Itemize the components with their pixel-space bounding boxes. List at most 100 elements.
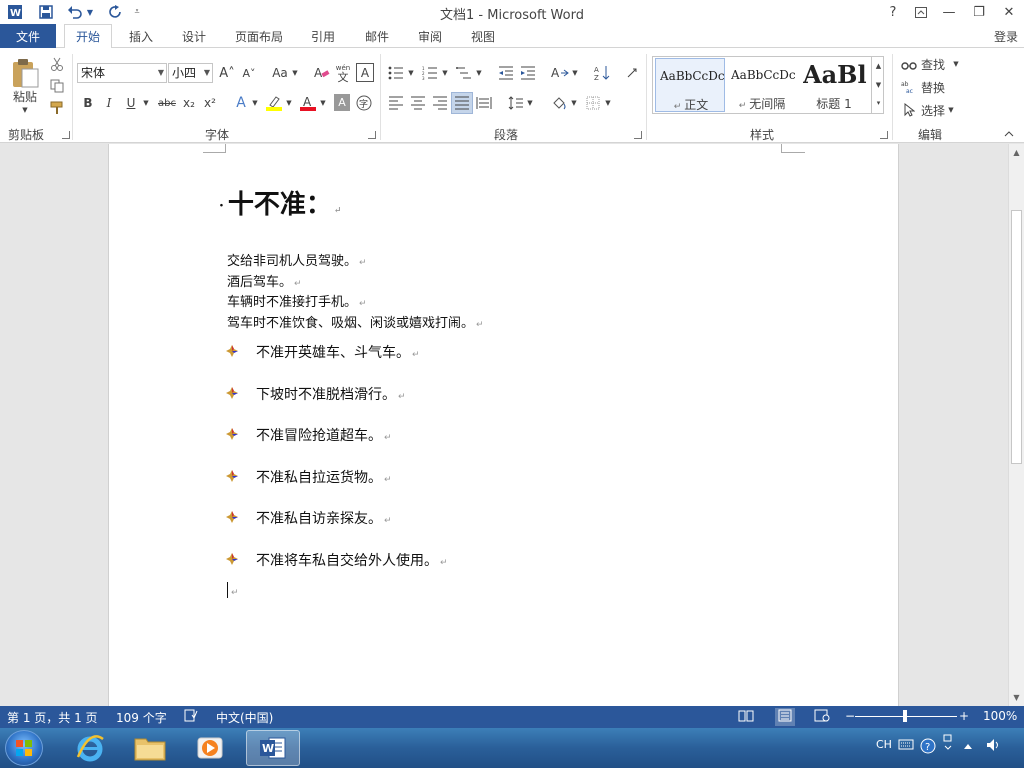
sign-in-link[interactable]: 登录 bbox=[994, 28, 1018, 45]
paste-dropdown-icon[interactable]: ▼ bbox=[20, 106, 30, 114]
zoom-slider-thumb[interactable] bbox=[903, 710, 907, 722]
font-color-icon[interactable]: A bbox=[298, 94, 318, 112]
scroll-up-icon[interactable]: ▲ bbox=[1011, 147, 1022, 158]
keyboard-icon[interactable] bbox=[898, 738, 914, 753]
cut-icon[interactable] bbox=[48, 56, 66, 72]
scroll-thumb[interactable] bbox=[1011, 210, 1022, 464]
explorer-icon[interactable] bbox=[123, 730, 177, 766]
replace-button[interactable]: 替换 bbox=[918, 79, 948, 95]
bullets-icon[interactable] bbox=[386, 64, 406, 82]
help-button[interactable]: ? bbox=[878, 0, 908, 24]
distributed-icon[interactable] bbox=[474, 94, 494, 112]
undo-icon[interactable] bbox=[64, 2, 86, 22]
restore-button[interactable]: ❐ bbox=[964, 0, 994, 24]
web-layout-icon[interactable] bbox=[814, 709, 830, 725]
paragraph-launcher-icon[interactable] bbox=[634, 131, 642, 139]
bold-button[interactable]: B bbox=[80, 94, 96, 112]
chevron-down-icon[interactable]: ▼ bbox=[526, 94, 534, 112]
ime-help-icon[interactable]: ? bbox=[920, 738, 936, 757]
chevron-down-icon[interactable]: ▼ bbox=[873, 78, 884, 92]
underline-button[interactable]: U bbox=[123, 94, 139, 112]
word-taskbar-icon[interactable]: W bbox=[246, 730, 300, 766]
styles-launcher-icon[interactable] bbox=[880, 131, 888, 139]
font-name-field[interactable]: 宋体 ▼ bbox=[77, 63, 167, 83]
strikethrough-button[interactable]: abc bbox=[156, 94, 178, 112]
character-border-button[interactable]: A bbox=[356, 63, 374, 82]
more-styles-icon[interactable]: ▾ bbox=[873, 96, 884, 110]
find-icon[interactable] bbox=[900, 56, 918, 72]
empty-paragraph[interactable]: ↵ bbox=[229, 584, 239, 598]
ime-indicator[interactable]: CH bbox=[876, 738, 892, 751]
borders-icon[interactable] bbox=[583, 94, 603, 112]
document-paragraph[interactable]: 酒后驾车。 ↵ bbox=[227, 271, 302, 290]
italic-button[interactable]: I bbox=[101, 94, 117, 112]
scroll-down-icon[interactable]: ▼ bbox=[1011, 692, 1022, 703]
increase-indent-icon[interactable] bbox=[518, 64, 538, 82]
enclose-characters-icon[interactable]: 字 bbox=[355, 94, 373, 112]
tab-view[interactable]: 视图 bbox=[460, 24, 506, 48]
tab-mailings[interactable]: 邮件 bbox=[354, 24, 400, 48]
read-mode-icon[interactable] bbox=[738, 709, 754, 725]
volume-icon[interactable] bbox=[986, 738, 1002, 755]
format-painter-icon[interactable] bbox=[48, 100, 66, 116]
align-right-icon[interactable] bbox=[430, 94, 450, 112]
shrink-font-button[interactable]: A˅ bbox=[240, 64, 258, 82]
style-heading-1[interactable]: AaBl 标题 1 bbox=[799, 58, 869, 112]
change-case-button[interactable]: Aa bbox=[268, 64, 292, 82]
clear-formatting-icon[interactable]: A bbox=[313, 64, 331, 82]
chevron-down-icon[interactable]: ▼ bbox=[604, 94, 612, 112]
document-paragraph[interactable]: 驾车时不准饮食、吸烟、闲谈或嬉戏打闹。 ↵ bbox=[227, 312, 484, 331]
document-page[interactable]: · 十不准： ↵ 交给非司机人员驾驶。 ↵ 酒后驾车。 ↵ 车辆时不准接打手机。 ↵ 驾车… bbox=[108, 144, 899, 706]
clipboard-launcher-icon[interactable] bbox=[62, 131, 70, 139]
grow-font-button[interactable]: A˄ bbox=[218, 64, 236, 82]
find-button[interactable]: 查找 bbox=[918, 56, 948, 72]
sort-icon[interactable]: AZ bbox=[592, 64, 612, 82]
paste-icon[interactable] bbox=[8, 56, 42, 90]
page-count[interactable]: 第 1 页，共 1 页 bbox=[7, 709, 98, 726]
replace-icon[interactable]: ab ac bbox=[900, 79, 918, 95]
redo-icon[interactable] bbox=[105, 2, 127, 22]
print-layout-icon[interactable] bbox=[775, 708, 795, 726]
chevron-down-icon[interactable]: ▼ bbox=[285, 94, 293, 112]
chevron-down-icon[interactable]: ▼ bbox=[946, 102, 956, 118]
chevron-down-icon[interactable]: ▼ bbox=[407, 64, 415, 82]
decrease-indent-icon[interactable] bbox=[496, 64, 516, 82]
chevron-down-icon[interactable]: ▼ bbox=[571, 64, 579, 82]
paste-label[interactable]: 粘贴 bbox=[8, 88, 42, 104]
zoom-level[interactable]: 100% bbox=[983, 709, 1017, 723]
shading-icon[interactable] bbox=[549, 94, 569, 112]
character-shading-icon[interactable]: A bbox=[334, 94, 350, 111]
tab-insert[interactable]: 插入 bbox=[118, 24, 164, 48]
tab-design[interactable]: 设计 bbox=[171, 24, 217, 48]
style-no-spacing[interactable]: AaBbCcDc ↵ 无间隔 bbox=[727, 58, 797, 112]
font-launcher-icon[interactable] bbox=[368, 131, 376, 139]
multilevel-list-icon[interactable] bbox=[454, 64, 474, 82]
start-orb[interactable] bbox=[5, 730, 43, 766]
close-button[interactable]: ✕ bbox=[994, 0, 1024, 24]
chevron-down-icon[interactable]: ▼ bbox=[475, 64, 483, 82]
vertical-scrollbar[interactable]: ▲ ▼ bbox=[1008, 144, 1024, 706]
proofing-icon[interactable] bbox=[184, 709, 198, 725]
subscript-button[interactable]: x₂ bbox=[180, 94, 198, 112]
save-icon[interactable] bbox=[35, 2, 57, 22]
zoom-in-button[interactable]: + bbox=[959, 709, 969, 723]
chevron-down-icon[interactable]: ▼ bbox=[441, 64, 449, 82]
tab-references[interactable]: 引用 bbox=[300, 24, 346, 48]
align-left-icon[interactable] bbox=[386, 94, 406, 112]
language-indicator[interactable]: 中文(中国) bbox=[216, 709, 273, 726]
highlight-color-icon[interactable] bbox=[264, 94, 284, 112]
undo-dropdown-icon[interactable]: ▼ bbox=[84, 2, 96, 22]
document-heading[interactable]: · 十不准： ↵ bbox=[219, 184, 341, 221]
chevron-down-icon[interactable]: ▼ bbox=[291, 64, 299, 82]
tab-review[interactable]: 审阅 bbox=[407, 24, 453, 48]
select-cursor-icon[interactable] bbox=[900, 102, 918, 118]
zoom-out-button[interactable]: − bbox=[845, 709, 855, 723]
style-normal[interactable]: AaBbCcDc ↵ 正文 bbox=[655, 58, 725, 112]
phonetic-guide-button[interactable]: wén 文 bbox=[334, 63, 352, 83]
word-app-icon[interactable]: W bbox=[4, 2, 26, 22]
numbering-icon[interactable]: 123 bbox=[420, 64, 440, 82]
show-hidden-icons[interactable] bbox=[963, 740, 973, 753]
copy-icon[interactable] bbox=[48, 78, 66, 94]
show-formatting-marks-icon[interactable] bbox=[622, 64, 642, 82]
asian-layout-icon[interactable]: A bbox=[549, 64, 571, 82]
